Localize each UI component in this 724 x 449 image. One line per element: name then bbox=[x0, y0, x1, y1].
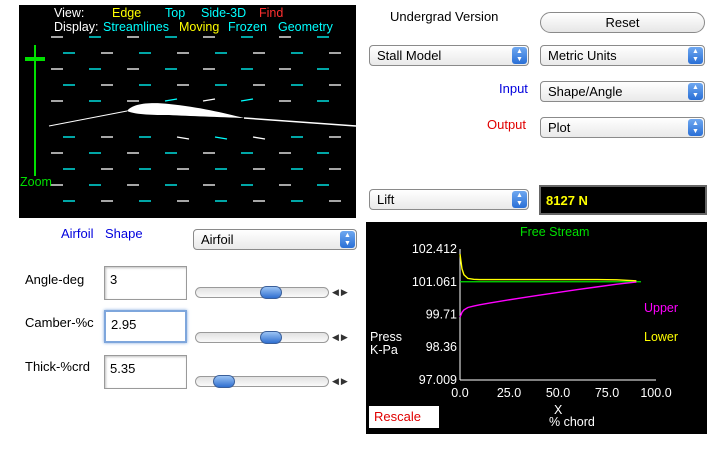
x-tick-label: 100.0 bbox=[640, 386, 671, 400]
plot-series bbox=[459, 254, 641, 318]
y-tick-label: 99.71 bbox=[426, 308, 457, 322]
display-option-moving[interactable]: Moving bbox=[179, 20, 219, 34]
y-axis-label: Press bbox=[370, 330, 402, 344]
input-select[interactable]: Shape/Angle ▲ ▼ bbox=[540, 81, 705, 102]
x-tick-label: 50.0 bbox=[546, 386, 570, 400]
series-line-lower bbox=[459, 254, 637, 282]
display-label: Display: bbox=[54, 20, 99, 34]
x-tick-label: 25.0 bbox=[497, 386, 521, 400]
angle-label: Angle-deg bbox=[25, 272, 85, 287]
streamline-dash bbox=[164, 98, 178, 102]
thick-step-arrows-icon[interactable]: ◀▶ bbox=[332, 376, 350, 387]
display-option-frozen[interactable]: Frozen bbox=[228, 20, 267, 34]
airfoil-shape bbox=[127, 103, 244, 118]
shape-select[interactable]: Airfoil ▲ ▼ bbox=[193, 229, 357, 250]
select-arrows-icon: ▲ ▼ bbox=[512, 47, 527, 64]
series-line-upper bbox=[459, 281, 637, 318]
view-option-side-3d[interactable]: Side-3D bbox=[201, 6, 246, 20]
zoom-slider-thumb[interactable] bbox=[25, 57, 45, 61]
pressure-plot: 102.412 101.061 99.71 98.36 97.009 0.0 25.0 50.… bbox=[366, 222, 707, 434]
view-label: View: bbox=[54, 6, 85, 20]
stall-model-select[interactable]: Stall Model ▲ ▼ bbox=[369, 45, 529, 66]
streamlines bbox=[51, 36, 341, 202]
legend-lower: Lower bbox=[644, 330, 679, 344]
select-arrows-icon: ▲ ▼ bbox=[688, 47, 703, 64]
angle-step-arrows-icon[interactable]: ◀▶ bbox=[332, 287, 350, 298]
streamline-dash bbox=[202, 98, 216, 102]
view-option-find[interactable]: Find bbox=[259, 6, 283, 20]
angle-slider-thumb[interactable] bbox=[259, 286, 282, 299]
y-tick-label: 101.061 bbox=[412, 275, 457, 289]
result-output-box: 8127 N bbox=[539, 185, 707, 215]
output-label: Output bbox=[487, 117, 527, 132]
thick-slider-thumb[interactable] bbox=[212, 375, 235, 388]
result-value: 8127 N bbox=[546, 193, 588, 208]
display-option-geometry[interactable]: Geometry bbox=[278, 20, 333, 34]
thick-label: Thick-%crd bbox=[25, 359, 91, 374]
input-label: Input bbox=[499, 81, 528, 96]
angle-field[interactable]: 3 bbox=[104, 266, 187, 300]
zoom-label: Zoom bbox=[20, 175, 52, 189]
legend-upper: Upper bbox=[644, 301, 679, 315]
wake-line bbox=[243, 117, 356, 127]
x-axis-label-units: % chord bbox=[549, 415, 595, 429]
streamline-dash bbox=[214, 136, 228, 140]
input-value: Shape/Angle bbox=[548, 84, 623, 99]
result-select-value: Lift bbox=[377, 192, 395, 207]
units-select[interactable]: Metric Units ▲ ▼ bbox=[540, 45, 705, 66]
rescale-button[interactable]: Rescale bbox=[369, 406, 439, 428]
y-tick-label: 98.36 bbox=[426, 340, 457, 354]
camber-slider[interactable]: ◀▶ bbox=[195, 329, 357, 346]
camber-step-arrows-icon[interactable]: ◀▶ bbox=[332, 332, 350, 343]
airfoil-title-b: Shape bbox=[105, 226, 143, 241]
leading-line bbox=[48, 110, 128, 127]
flow-field bbox=[25, 36, 356, 202]
select-arrows-icon: ▲ ▼ bbox=[340, 231, 355, 248]
angle-slider[interactable]: ◀▶ bbox=[195, 284, 357, 301]
thick-slider[interactable]: ◀▶ bbox=[195, 373, 357, 390]
y-tick-label: 97.009 bbox=[419, 373, 457, 387]
output-value: Plot bbox=[548, 120, 571, 135]
shape-select-value: Airfoil bbox=[201, 232, 234, 247]
thick-value: 5.35 bbox=[110, 361, 136, 376]
result-select[interactable]: Lift ▲ ▼ bbox=[369, 189, 529, 210]
flow-viewer[interactable]: View: Edge Top Side-3D Find Display: Str… bbox=[19, 5, 356, 218]
camber-label: Camber-%c bbox=[25, 315, 94, 330]
view-option-edge[interactable]: Edge bbox=[112, 6, 141, 20]
select-arrows-icon: ▲ ▼ bbox=[688, 119, 703, 136]
select-arrows-icon: ▲ ▼ bbox=[688, 83, 703, 100]
stall-model-value: Stall Model bbox=[377, 48, 442, 63]
airfoil-title-a: Airfoil bbox=[61, 226, 94, 241]
reset-button[interactable]: Reset bbox=[540, 12, 705, 33]
output-select[interactable]: Plot ▲ ▼ bbox=[540, 117, 705, 138]
camber-slider-thumb[interactable] bbox=[259, 331, 282, 344]
x-tick-label: 75.0 bbox=[595, 386, 619, 400]
angle-value: 3 bbox=[110, 272, 118, 287]
streamline-dash bbox=[240, 98, 254, 102]
units-value: Metric Units bbox=[548, 48, 617, 63]
version-label: Undergrad Version bbox=[390, 9, 499, 24]
view-option-top[interactable]: Top bbox=[165, 6, 185, 20]
select-arrows-icon: ▲ ▼ bbox=[512, 191, 527, 208]
camber-field[interactable]: 2.95 bbox=[104, 310, 187, 343]
display-option-streamlines[interactable]: Streamlines bbox=[103, 20, 169, 34]
plot-axes: 102.412 101.061 99.71 98.36 97.0090.0 25.0 50.… bbox=[412, 242, 672, 400]
chart-title: Free Stream bbox=[520, 225, 590, 239]
streamline-dash bbox=[176, 136, 190, 140]
streamline-dash bbox=[252, 136, 266, 140]
camber-value: 2.95 bbox=[111, 317, 137, 332]
x-tick-label: 0.0 bbox=[451, 386, 468, 400]
y-axis-label-units: K-Pa bbox=[370, 343, 398, 357]
thick-field[interactable]: 5.35 bbox=[104, 355, 187, 389]
y-tick-label: 102.412 bbox=[412, 242, 457, 256]
pressure-plot-svg: 102.412 101.061 99.71 98.36 97.0090.0 25.0 50.… bbox=[412, 242, 672, 400]
